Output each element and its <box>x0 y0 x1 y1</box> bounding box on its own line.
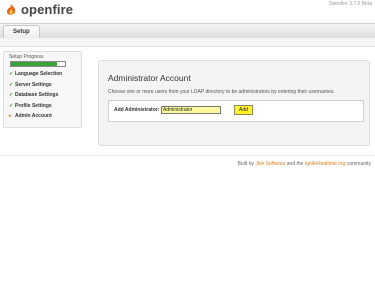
version-label: Openfire 3.7.0 Beta <box>328 1 372 7</box>
sidebar-item-profile-settings[interactable]: ✓ Profile Settings <box>9 101 81 112</box>
openfire-logo-icon <box>6 4 16 15</box>
setup-progress-bar <box>10 61 66 67</box>
sidebar-item-label: Database Settings <box>15 92 59 99</box>
page-description: Choose one or more users from your LDAP … <box>108 89 335 95</box>
setup-progress-sidebar: Setup Progress ✓ Language Selection ✓ Se… <box>3 51 82 128</box>
add-button[interactable]: Add <box>234 105 253 115</box>
sidebar-item-language-selection[interactable]: ✓ Language Selection <box>9 69 81 80</box>
footer-middle: and the <box>285 161 305 167</box>
jive-software-link[interactable]: Jive Software <box>255 161 285 167</box>
progress-bar-fill <box>11 62 58 66</box>
sidebar-title: Setup Progress <box>9 54 44 60</box>
sidebar-item-admin-account: ▸ Admin Account <box>9 111 81 122</box>
header: openfire Openfire 3.7.0 Beta <box>0 0 375 23</box>
sidebar-steps: ✓ Language Selection ✓ Server Settings ✓… <box>9 69 81 122</box>
footer-prefix: Built by <box>237 161 256 167</box>
logo-text: openfire <box>21 2 74 17</box>
add-administrator-label: Add Administrator: <box>114 107 160 113</box>
tab-setup[interactable]: Setup <box>3 25 40 39</box>
add-administrator-form: Add Administrator: Add <box>108 100 364 122</box>
footer-divider <box>0 155 375 156</box>
page-title: Administrator Account <box>108 73 191 83</box>
sidebar-item-label: Admin Account <box>15 113 52 120</box>
footer: Built by Jive Software and the IgniteRea… <box>238 161 371 167</box>
sidebar-item-label: Profile Settings <box>15 102 52 109</box>
sidebar-item-server-settings[interactable]: ✓ Server Settings <box>9 80 81 91</box>
footer-suffix: community <box>345 161 371 167</box>
sidebar-item-label: Language Selection <box>15 71 63 78</box>
administrator-username-input[interactable] <box>161 106 221 114</box>
administrator-account-panel: Administrator Account Choose one or more… <box>98 60 370 146</box>
igniterealtime-link[interactable]: IgniteRealtime.org <box>305 161 346 167</box>
sidebar-item-database-settings[interactable]: ✓ Database Settings <box>9 90 81 101</box>
sidebar-item-label: Server Settings <box>15 81 52 88</box>
sub-navigation-bar <box>0 38 375 47</box>
